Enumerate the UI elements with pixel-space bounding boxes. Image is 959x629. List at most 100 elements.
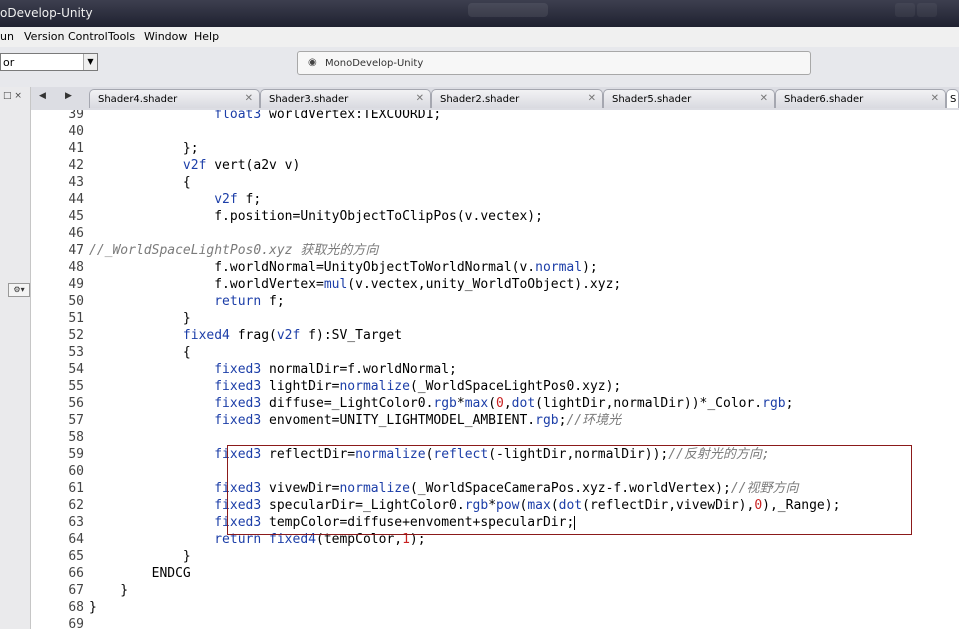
code-line[interactable]: 54 fixed3 normalDir=f.worldNormal; [31,361,959,378]
code-line[interactable]: 47 //_WorldSpaceLightPos0.xyz 获取光的方向 [31,242,959,259]
code-line[interactable]: 68} [31,599,959,616]
code-line[interactable]: 63 fixed3 tempColor=diffuse+envoment+spe… [31,514,959,531]
code-text[interactable]: } [89,599,97,616]
line-number: 39 [68,110,84,122]
code-line[interactable]: 48 f.worldNormal=UnityObjectToWorldNorma… [31,259,959,276]
tab-label: S [950,94,957,105]
code-line[interactable]: 56 fixed3 diffuse=_LightColor0.rgb*max(0… [31,395,959,412]
code-text[interactable]: //_WorldSpaceLightPos0.xyz 获取光的方向 [89,242,378,259]
code-line[interactable]: 42 v2f vert(a2v v) [31,157,959,174]
line-number: 62 [68,498,84,513]
code-line[interactable]: 53 { [31,344,959,361]
close-icon[interactable]: ✕ [416,93,424,104]
code-line[interactable]: 45 f.position=UnityObjectToClipPos(v.vec… [31,208,959,225]
close-icon[interactable]: ✕ [760,93,768,104]
code-line[interactable]: 49 f.worldVertex=mul(v.vectex,unity_Worl… [31,276,959,293]
code-line[interactable]: 44 v2f f; [31,191,959,208]
code-text[interactable]: fixed3 lightDir=normalize(_WorldSpaceLig… [89,378,621,395]
code-text[interactable]: f.worldNormal=UnityObjectToWorldNormal(v… [89,259,598,276]
code-text[interactable]: ENDCG [89,565,191,582]
code-text[interactable]: } [89,310,191,327]
code-text[interactable]: fixed4 frag(v2f f):SV_Target [89,327,402,344]
code-text[interactable]: f.worldVertex=mul(v.vectex,unity_WorldTo… [89,276,621,293]
code-editor[interactable]: 39 float3 worldVertex:TEXCOORD1; 40 41 }; 4… [31,110,959,629]
line-number: 47 [68,243,84,258]
line-number: 65 [68,549,84,564]
code-line[interactable]: 64 return fixed4(tempColor,1); [31,531,959,548]
line-number: 43 [68,175,84,190]
code-line[interactable]: 50 return f; [31,293,959,310]
line-number: 45 [68,209,84,224]
menu-window[interactable]: Window [144,30,187,43]
code-line[interactable]: 43 { [31,174,959,191]
line-number: 69 [68,617,84,629]
code-line[interactable]: 69 [31,616,959,629]
menu-version-control[interactable]: Version Control [24,30,108,43]
code-text[interactable]: } [89,582,128,599]
code-line[interactable]: 39 float3 worldVertex:TEXCOORD1; [31,110,959,123]
code-line[interactable]: 40 [31,123,959,140]
tab-shader3[interactable]: Shader3.shader ✕ [260,89,431,108]
line-number: 44 [68,192,84,207]
line-number: 50 [68,294,84,309]
code-line[interactable]: 60 [31,463,959,480]
code-text[interactable]: fixed3 reflectDir=normalize(reflect(-lig… [89,446,769,463]
code-text[interactable]: { [89,174,191,191]
code-line[interactable]: 65 } [31,548,959,565]
line-number: 48 [68,260,84,275]
tab-active-shader[interactable]: S [946,89,959,108]
code-line[interactable]: 61 fixed3 vivewDir=normalize(_WorldSpace… [31,480,959,497]
close-icon[interactable]: ✕ [588,93,596,104]
code-text[interactable]: v2f f; [89,191,261,208]
code-text[interactable]: fixed3 envoment=UNITY_LIGHTMODEL_AMBIENT… [89,412,621,429]
tab-shader4[interactable]: Shader4.shader ✕ [89,89,260,108]
code-line[interactable]: 67 } [31,582,959,599]
line-number: 61 [68,481,84,496]
maximize-button[interactable] [917,3,937,17]
code-text[interactable]: fixed3 vivewDir=normalize(_WorldSpaceCam… [89,480,798,497]
code-line[interactable]: 57 fixed3 envoment=UNITY_LIGHTMODEL_AMBI… [31,412,959,429]
code-line[interactable]: 58 [31,429,959,446]
code-text[interactable]: fixed3 specularDir=_LightColor0.rgb*pow(… [89,497,840,514]
code-text[interactable]: fixed3 normalDir=f.worldNormal; [89,361,457,378]
close-icon[interactable]: ✕ [245,93,253,104]
status-panel: ◉ MonoDevelop-Unity [297,51,811,75]
code-line[interactable]: 41 }; [31,140,959,157]
pad-controls[interactable]: □ × [3,91,22,101]
code-text[interactable]: v2f vert(a2v v) [89,157,300,174]
code-line[interactable]: 66 ENDCG [31,565,959,582]
code-text[interactable]: return f; [89,293,284,310]
title-bar-button-group[interactable] [468,3,548,17]
tab-scroll-left-icon[interactable]: ◀ [39,91,46,101]
tab-shader6[interactable]: Shader6.shader ✕ [775,89,946,108]
tab-label: Shader5.shader [612,94,692,105]
code-line[interactable]: 46 [31,225,959,242]
tab-scroll-right-icon[interactable]: ▶ [65,91,72,101]
menu-tools[interactable]: Tools [108,30,135,43]
code-text[interactable]: }; [89,140,199,157]
menu-help[interactable]: Help [194,30,219,43]
code-text[interactable]: { [89,344,191,361]
code-text[interactable]: float3 worldVertex:TEXCOORD1; [89,110,441,123]
code-text[interactable]: fixed3 diffuse=_LightColor0.rgb*max(0,do… [89,395,793,412]
tab-shader5[interactable]: Shader5.shader ✕ [603,89,775,108]
code-text[interactable]: fixed3 tempColor=diffuse+envoment+specul… [89,514,576,531]
chevron-down-icon[interactable]: ▼ [83,54,97,70]
line-number: 55 [68,379,84,394]
gear-icon[interactable]: ⚙▾ [8,283,30,297]
menu-run[interactable]: un [0,30,14,43]
code-line[interactable]: 62 fixed3 specularDir=_LightColor0.rgb*p… [31,497,959,514]
configuration-select[interactable]: or ▼ [0,53,98,71]
code-text[interactable]: f.position=UnityObjectToClipPos(v.vectex… [89,208,543,225]
close-icon[interactable]: ✕ [931,93,939,104]
toolbar: or ▼ ◉ MonoDevelop-Unity [0,47,959,88]
tab-shader2[interactable]: Shader2.shader ✕ [431,89,603,108]
code-line[interactable]: 59 fixed3 reflectDir=normalize(reflect(-… [31,446,959,463]
code-text[interactable]: } [89,548,191,565]
line-number: 53 [68,345,84,360]
minimize-button[interactable] [895,3,915,17]
code-text[interactable]: return fixed4(tempColor,1); [89,531,425,548]
code-line[interactable]: 55 fixed3 lightDir=normalize(_WorldSpace… [31,378,959,395]
code-line[interactable]: 52 fixed4 frag(v2f f):SV_Target [31,327,959,344]
code-line[interactable]: 51 } [31,310,959,327]
